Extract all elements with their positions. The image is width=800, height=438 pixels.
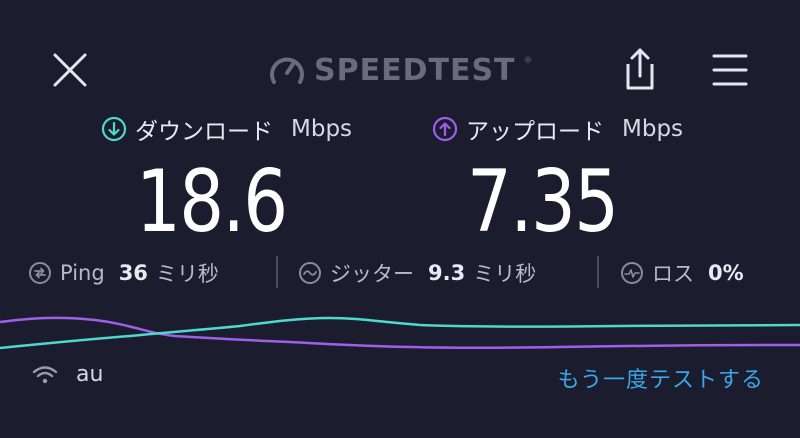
logo-text: SPEEDTEST (314, 52, 516, 88)
top-bar: SPEEDTEST ® (0, 0, 800, 130)
upload-unit: Mbps (622, 116, 684, 142)
hamburger-menu-icon (712, 54, 748, 86)
stat-divider (597, 256, 599, 288)
menu-button[interactable] (710, 52, 750, 88)
download-title: ダウンロード (135, 119, 273, 145)
jitter-icon (299, 262, 321, 284)
download-arrow-icon (101, 116, 127, 142)
carrier-name: au (76, 362, 104, 387)
ping-stat: Ping 36 ミリ秒 (28, 258, 219, 288)
loss-value: 0% (708, 261, 744, 285)
upload-title: アップロード (466, 119, 604, 145)
ping-icon (29, 262, 51, 284)
speedtest-logo: SPEEDTEST ® (268, 48, 533, 92)
share-icon (626, 48, 654, 90)
carrier-info: au (32, 362, 103, 387)
ping-value: 36 (118, 261, 148, 285)
upload-arrow-icon (432, 116, 458, 142)
jitter-stat: ジッター 9.3 ミリ秒 (298, 258, 536, 288)
share-button[interactable] (618, 46, 662, 92)
gauge-icon (270, 57, 304, 84)
logo-trademark: ® (523, 56, 533, 66)
jitter-label: ジッター (330, 262, 414, 286)
packet-loss-icon (621, 262, 643, 284)
jitter-value: 9.3 (428, 261, 466, 285)
ping-label: Ping (60, 261, 105, 285)
retest-link[interactable]: もう一度テストする (558, 362, 764, 394)
wifi-icon (32, 365, 58, 383)
close-icon (53, 53, 87, 87)
speed-graph (0, 316, 800, 350)
download-unit: Mbps (291, 116, 353, 142)
loss-label: ロス (652, 262, 694, 286)
footer: au もう一度テストする (0, 362, 800, 402)
download-label: ダウンロード Mbps (101, 112, 352, 146)
loss-stat: ロス 0% (620, 258, 744, 288)
download-speed-value: 18.6 (136, 152, 288, 252)
stats-row: Ping 36 ミリ秒 ジッター 9.3 ミリ秒 ロス 0% (0, 252, 800, 294)
upload-label: アップロード Mbps (432, 112, 683, 146)
download-graph-line (0, 316, 800, 350)
stat-divider (276, 256, 278, 288)
upload-speed-value: 7.35 (467, 152, 619, 252)
ping-unit: ミリ秒 (155, 262, 219, 286)
jitter-unit: ミリ秒 (473, 262, 537, 286)
close-button[interactable] (50, 50, 90, 90)
